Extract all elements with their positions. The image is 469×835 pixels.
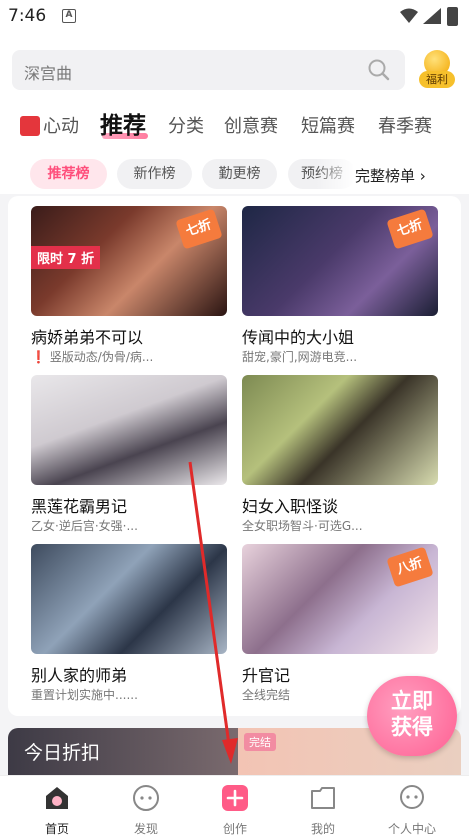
- wifi-icon: [400, 8, 418, 23]
- full-ranking-link[interactable]: 完整榜单 ›: [353, 165, 426, 186]
- book-cover[interactable]: [242, 375, 438, 485]
- welfare-label: 福利: [419, 71, 455, 88]
- book-tags: 乙女·逆后宫·女强·...: [31, 519, 138, 533]
- heart-icon: [20, 116, 40, 136]
- book-title: 传闻中的大小姐: [242, 328, 355, 347]
- nav-mine[interactable]: 我的: [288, 784, 358, 835]
- notification-icon: A: [62, 9, 76, 23]
- nav-label: 发现: [133, 822, 158, 835]
- finished-tag: 完结: [244, 733, 276, 751]
- nav-create[interactable]: 创作: [200, 784, 270, 835]
- book-tags: 甜宠,豪门,网游电竞...: [242, 350, 358, 364]
- search-bar[interactable]: 深宫曲: [12, 50, 405, 90]
- tab-spring-contest[interactable]: 春季赛: [378, 112, 432, 138]
- home-icon: [46, 787, 68, 809]
- discount-badge: 八折: [386, 546, 434, 588]
- category-tabs: 心动 推荐 分类 创意赛 短篇赛 春季赛: [16, 104, 461, 144]
- book-tags: ❗ 竖版动态/伪骨/病...: [31, 348, 227, 365]
- book-cover[interactable]: 七折: [242, 206, 438, 316]
- book-tags-text: 竖版动态/伪骨/病...: [49, 350, 154, 364]
- signal-icon: [423, 8, 441, 24]
- claim-line-2: 获得: [391, 715, 433, 739]
- discount-badge: 七折: [386, 208, 434, 250]
- book-cover[interactable]: [31, 375, 227, 485]
- warning-icon: ❗: [31, 350, 46, 364]
- nav-discover[interactable]: 发现: [111, 784, 181, 835]
- ranking-tabs: 推荐榜 新作榜 勤更榜 预约榜 完整榜单 ›: [0, 154, 469, 194]
- today-discount-banner[interactable]: 今日折扣: [8, 728, 238, 776]
- book-tags: 重置计划实施中......: [31, 688, 138, 702]
- chip-recommend-rank[interactable]: 推荐榜: [30, 159, 107, 189]
- book-cover[interactable]: 八折: [242, 544, 438, 654]
- book-title: 升官记: [242, 666, 291, 685]
- book-title: 病娇弟弟不可以: [31, 328, 144, 347]
- tab-heartbeat[interactable]: 心动: [43, 112, 79, 138]
- search-icon[interactable]: [367, 58, 391, 82]
- book-panel: 限时 7 折 七折 病娇弟弟不可以 ❗ 竖版动态/伪骨/病... 七折 传闻中的…: [8, 196, 461, 716]
- book-cover[interactable]: 限时 7 折 七折: [31, 206, 227, 316]
- nav-label: 个人中心: [387, 822, 436, 835]
- chip-new-rank[interactable]: 新作榜: [117, 159, 192, 189]
- nav-label: 我的: [310, 822, 335, 835]
- chip-update-rank[interactable]: 勤更榜: [202, 159, 277, 189]
- discount-badge: 七折: [175, 208, 223, 250]
- profile-icon: [400, 785, 424, 809]
- full-ranking-label: 完整榜单: [355, 167, 416, 185]
- today-discount-title: 今日折扣: [24, 742, 101, 764]
- search-placeholder: 深宫曲: [24, 64, 73, 83]
- limited-discount-badge: 限时 7 折: [31, 246, 101, 269]
- tab-creative-contest[interactable]: 创意赛: [224, 112, 278, 138]
- tab-recommend[interactable]: 推荐: [100, 106, 146, 140]
- nav-label: 首页: [44, 822, 69, 835]
- fade-overlay: [316, 154, 356, 194]
- book-tags: 全女职场智斗·可选G...: [242, 519, 363, 533]
- claim-now-button[interactable]: 立即 获得: [367, 676, 457, 756]
- folder-icon: [311, 787, 335, 809]
- discover-icon: [133, 785, 159, 811]
- tab-category[interactable]: 分类: [168, 112, 204, 138]
- bottom-nav: 首页 发现 创作 我的 个人中心: [0, 775, 469, 835]
- book-cover[interactable]: [31, 544, 227, 654]
- top-section: 深宫曲 福利 心动 推荐 分类 创意赛 短篇赛 春季赛 推荐榜 新作榜 勤更榜 …: [0, 34, 469, 194]
- welfare-button[interactable]: 福利: [419, 50, 455, 94]
- status-bar: 7:46 A: [0, 0, 469, 34]
- nav-home[interactable]: 首页: [22, 784, 92, 835]
- chevron-right-icon: ›: [419, 167, 426, 185]
- book-title: 别人家的师弟: [31, 666, 128, 685]
- clock: 7:46: [8, 6, 47, 26]
- claim-line-1: 立即: [391, 689, 433, 713]
- battery-icon: [447, 7, 458, 26]
- book-title: 妇女入职怪谈: [242, 497, 339, 516]
- nav-label: 创作: [222, 822, 247, 835]
- tab-short-contest[interactable]: 短篇赛: [301, 112, 355, 138]
- book-title: 黑莲花霸男记: [31, 497, 128, 516]
- nav-profile[interactable]: 个人中心: [377, 784, 447, 835]
- create-plus-icon: [222, 785, 248, 811]
